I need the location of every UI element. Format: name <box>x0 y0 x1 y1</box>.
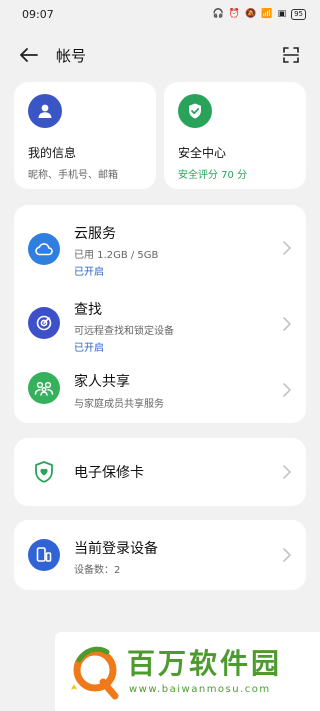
app-header: 帐号 <box>0 30 320 80</box>
services-card: 云服务 已用 1.2GB / 5GB 已开启 查找 可远程查找和锁定设备 已开启… <box>14 205 306 423</box>
family-sharing-subtitle: 与家庭成员共享服务 <box>74 399 164 410</box>
watermark-brand: 百万软件园 <box>127 647 283 680</box>
person-icon <box>28 94 62 128</box>
my-info-card[interactable]: 我的信息 昵称、手机号、邮箱 <box>14 82 156 189</box>
chevron-right-icon <box>283 548 291 562</box>
find-device-subtitle: 可远程查找和锁定设备 <box>74 326 174 337</box>
security-center-card[interactable]: 安全中心 安全评分 70 分 <box>164 82 306 189</box>
login-devices-row[interactable]: 当前登录设备 设备数：2 <box>14 520 306 590</box>
my-info-title: 我的信息 <box>28 146 77 160</box>
battery-icon: 95 <box>291 8 306 20</box>
security-center-title: 安全中心 <box>178 146 227 160</box>
login-devices-card[interactable]: 当前登录设备 设备数：2 <box>14 520 306 590</box>
status-icons: 🎧 ⏰ 🔕 📶 ▣ 95 <box>212 8 306 20</box>
security-score: 安全评分 70 分 <box>178 170 248 181</box>
scan-icon <box>283 47 299 63</box>
cloud-service-usage: 已用 1.2GB / 5GB <box>74 250 159 261</box>
status-bar: 09:07 🎧 ⏰ 🔕 📶 ▣ 95 <box>0 0 320 28</box>
chevron-right-icon <box>283 241 291 255</box>
login-devices-title: 当前登录设备 <box>74 541 158 557</box>
screen-icon: ▣ <box>277 9 287 19</box>
cloud-service-status: 已开启 <box>74 267 104 278</box>
cloud-icon <box>28 233 60 265</box>
warranty-title: 电子保修卡 <box>74 465 144 481</box>
cloud-service-row[interactable]: 云服务 已用 1.2GB / 5GB 已开启 <box>14 205 306 281</box>
back-button[interactable] <box>16 42 42 68</box>
watermark: 百万软件园 www.baiwanmosu.com <box>55 632 320 711</box>
chevron-right-icon <box>283 383 291 397</box>
page-title: 帐号 <box>56 46 87 65</box>
shield-check-icon <box>178 94 212 128</box>
mute-icon: 🔕 <box>245 9 257 19</box>
scan-button[interactable] <box>278 42 304 68</box>
family-sharing-title: 家人共享 <box>74 374 130 390</box>
family-sharing-row[interactable]: 家人共享 与家庭成员共享服务 <box>14 357 306 423</box>
find-device-title: 查找 <box>74 302 102 318</box>
alarm-icon: ⏰ <box>228 9 241 19</box>
find-device-status: 已开启 <box>74 343 104 354</box>
family-icon <box>28 372 60 404</box>
radar-icon <box>28 307 60 339</box>
devices-icon <box>28 539 60 571</box>
headphones-icon: 🎧 <box>212 9 224 19</box>
login-devices-count: 设备数：2 <box>74 565 121 576</box>
my-info-subtitle: 昵称、手机号、邮箱 <box>28 170 118 181</box>
chevron-right-icon <box>283 465 291 479</box>
warranty-card[interactable]: 电子保修卡 <box>14 438 306 506</box>
find-device-row[interactable]: 查找 可远程查找和锁定设备 已开启 <box>14 281 306 357</box>
watermark-url: www.baiwanmosu.com <box>129 684 271 695</box>
wifi-icon: 📶 <box>261 9 273 19</box>
warranty-row[interactable]: 电子保修卡 <box>14 438 306 506</box>
shield-heart-icon <box>28 456 60 488</box>
status-time: 09:07 <box>22 7 54 21</box>
watermark-logo-icon <box>71 646 119 700</box>
arrow-left-icon <box>20 48 38 62</box>
cloud-service-title: 云服务 <box>74 226 116 242</box>
chevron-right-icon <box>283 317 291 331</box>
